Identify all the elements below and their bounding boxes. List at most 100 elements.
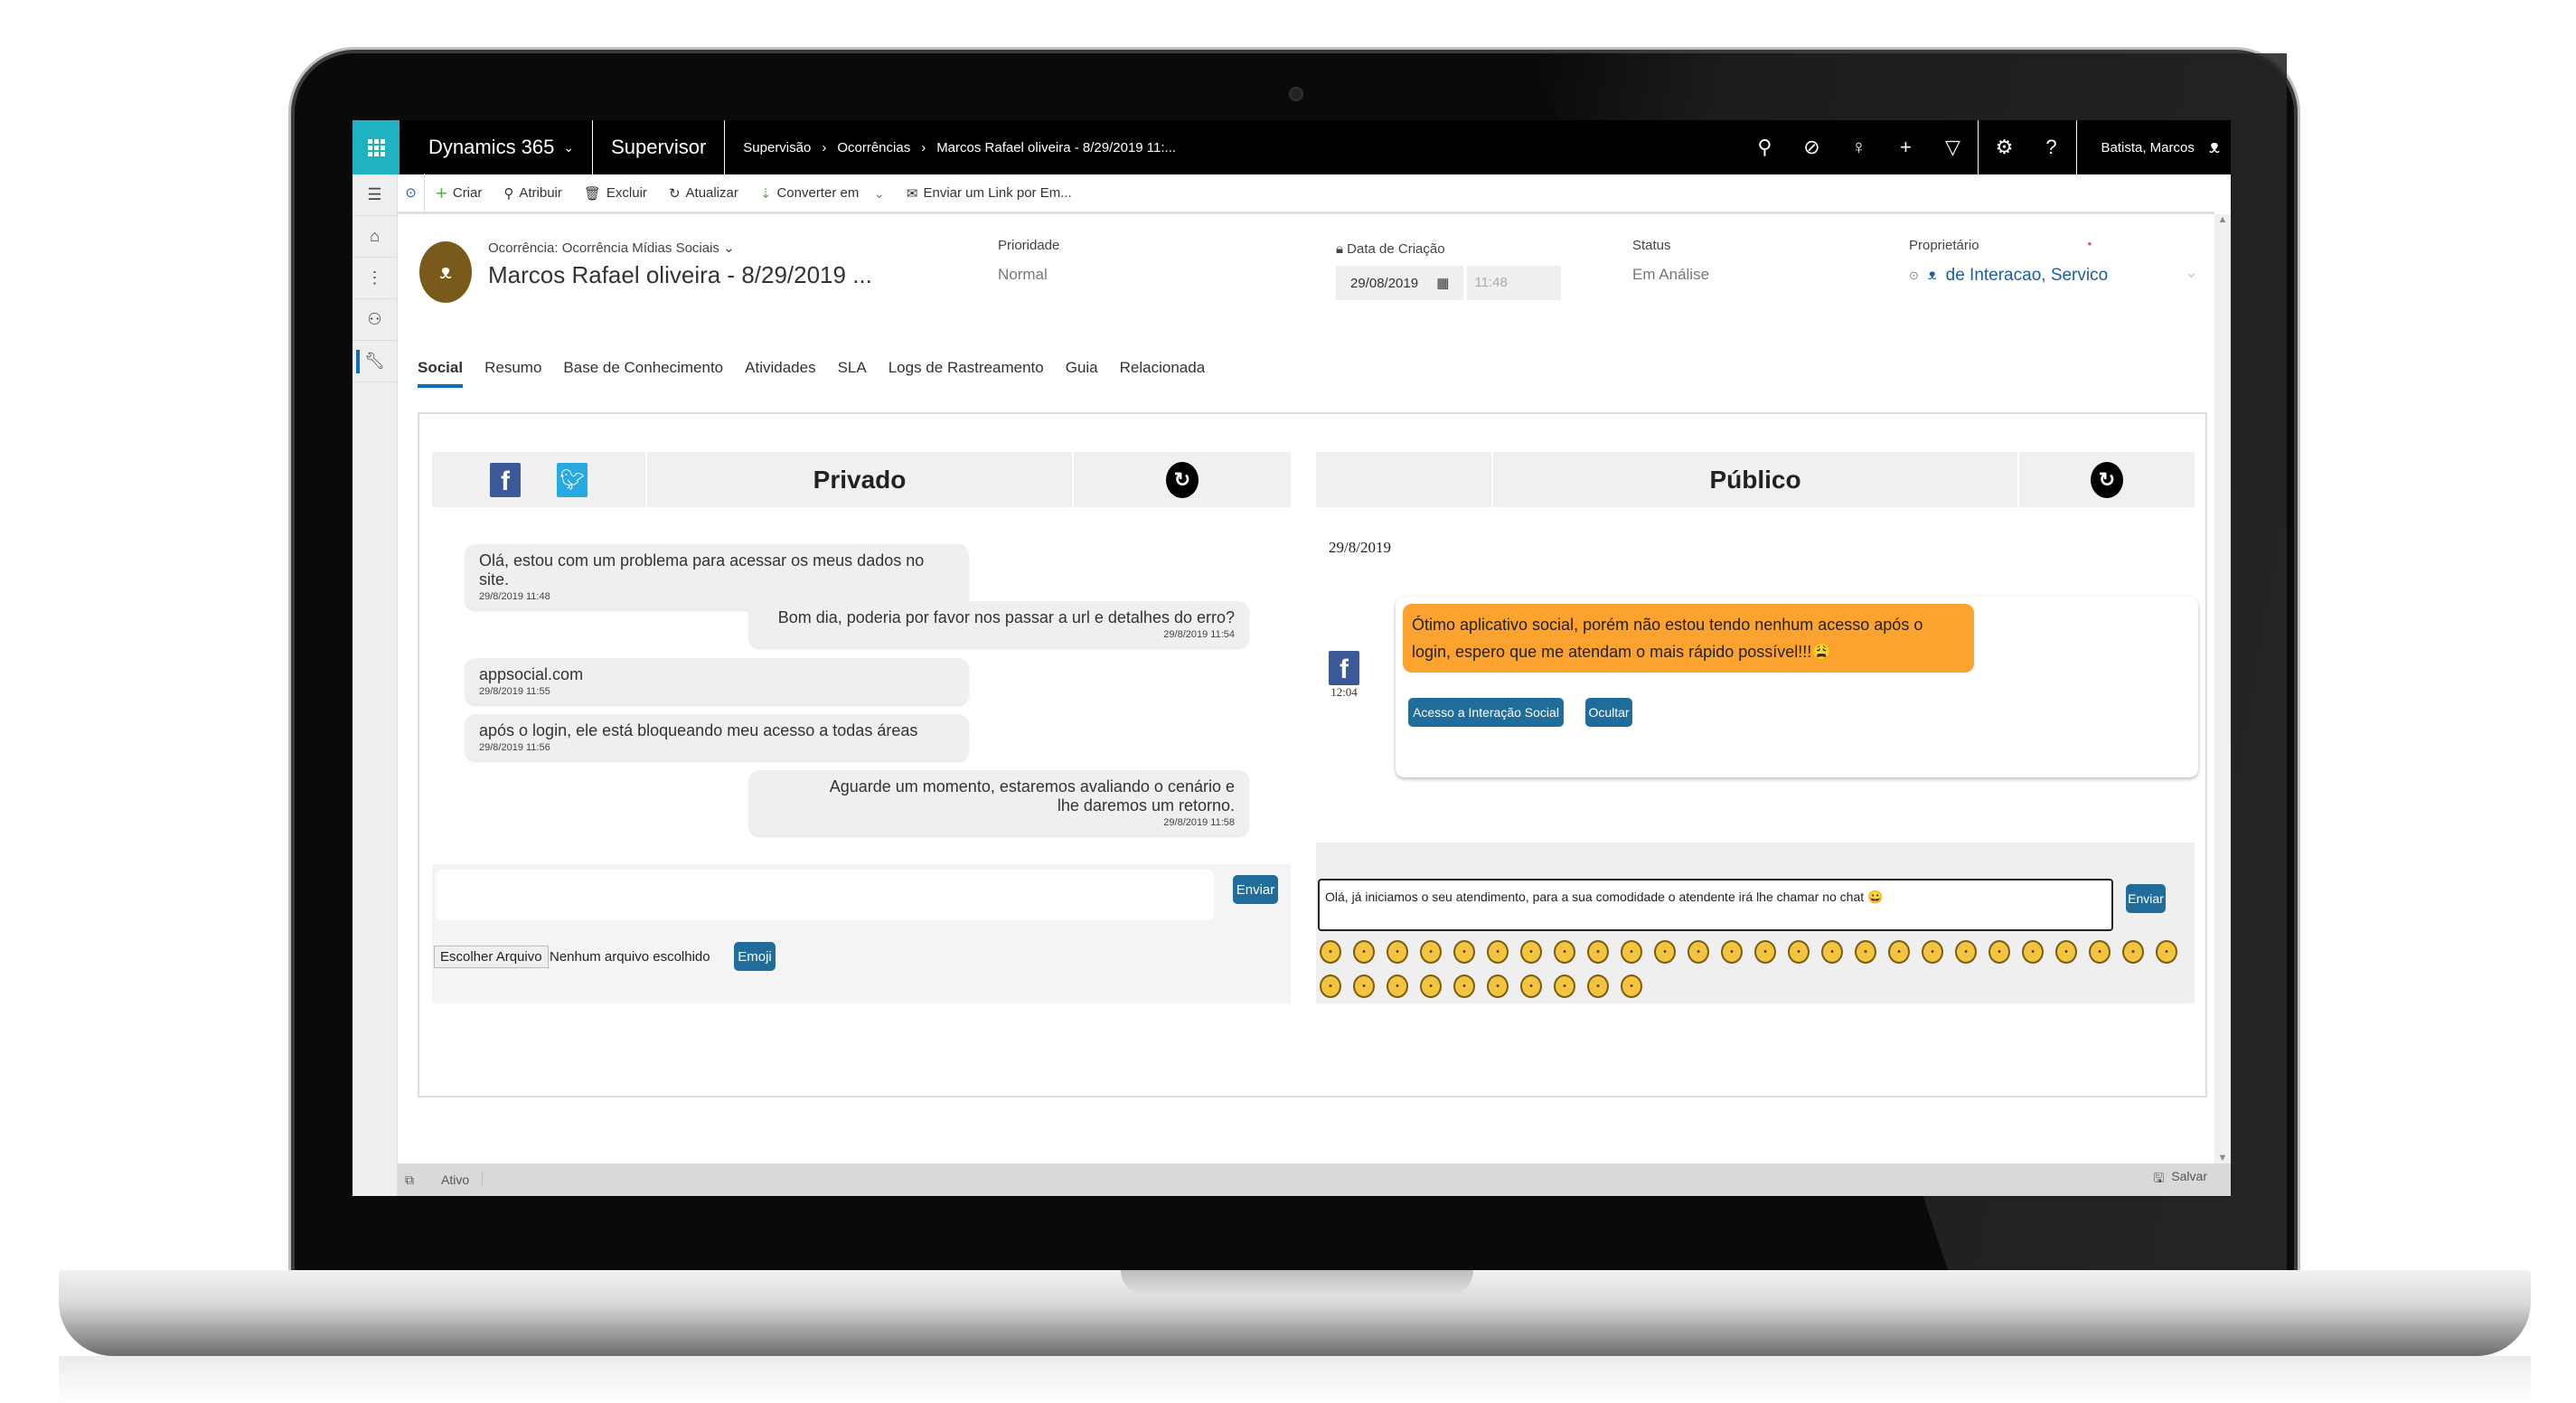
record-type-selector[interactable]: Ocorrência: Ocorrência Mídias Sociais ⌄ <box>488 240 735 256</box>
emoji-option[interactable]: • <box>2055 940 2077 964</box>
sync-icon[interactable]: ↻ <box>2091 461 2123 498</box>
scroll-down-icon[interactable]: ▼ <box>2214 1153 2231 1163</box>
tab-resumo[interactable]: Resumo <box>484 359 541 388</box>
emoji-option[interactable]: • <box>1587 940 1609 964</box>
plus-icon[interactable]: + <box>1882 136 1929 159</box>
emoji-option[interactable]: • <box>1988 940 2010 964</box>
emoji-option[interactable]: • <box>1387 940 1408 964</box>
emoji-option[interactable]: • <box>2156 940 2177 964</box>
public-send-button[interactable]: Enviar <box>2126 884 2166 913</box>
emoji-option[interactable]: • <box>1320 975 1341 998</box>
email-link-button[interactable]: ✉ Enviar um Link por Em... <box>896 185 1083 202</box>
emoji-option[interactable]: • <box>1788 940 1810 964</box>
emoji-option[interactable]: • <box>1621 975 1642 998</box>
emoji-option[interactable]: • <box>1554 940 1575 964</box>
created-time-input[interactable]: 11:48 <box>1467 266 1562 300</box>
emoji-option[interactable]: • <box>1320 940 1341 964</box>
hide-button[interactable]: Ocultar <box>1585 698 1632 727</box>
tab-atividades[interactable]: Atividades <box>745 359 815 388</box>
emoji-option[interactable]: • <box>1754 940 1776 964</box>
emoji-option[interactable]: • <box>1520 940 1542 964</box>
lightbulb-icon[interactable]: ♀ <box>1835 136 1882 159</box>
emoji-option[interactable]: • <box>1654 940 1676 964</box>
emoji-option[interactable]: • <box>1821 940 1843 964</box>
chevron-down-icon: ⌄ <box>873 185 885 202</box>
history-icon[interactable]: ⊙ <box>398 173 425 213</box>
emoji-option[interactable]: • <box>1420 940 1442 964</box>
wrench-icon[interactable]: 🔧︎ <box>353 341 397 382</box>
tab-relacionada[interactable]: Relacionada <box>1120 359 1206 388</box>
emoji-option[interactable]: • <box>1487 975 1509 998</box>
create-button[interactable]: + Criar <box>425 182 493 205</box>
filter-icon[interactable]: ▽ <box>1929 136 1976 159</box>
owner-label-row: Proprietário * <box>1909 238 2108 253</box>
module-name[interactable]: Supervisor <box>593 120 726 174</box>
tab-social[interactable]: Social <box>418 359 464 388</box>
open-window-icon[interactable]: ⧉ <box>405 1172 414 1188</box>
emoji-option[interactable]: • <box>1621 940 1642 964</box>
emoji-option[interactable]: • <box>1453 940 1475 964</box>
social-access-button[interactable]: Acesso a Interação Social <box>1408 698 1564 727</box>
emoji-option[interactable]: • <box>2122 940 2144 964</box>
search-icon[interactable]: ⚲ <box>1741 136 1788 159</box>
message-time: 29/8/2019 11:58 <box>1163 817 1235 828</box>
emoji-option[interactable]: • <box>1487 940 1509 964</box>
emoji-option[interactable]: • <box>1721 940 1743 964</box>
emoji-option[interactable]: • <box>1420 975 1442 998</box>
home-icon[interactable]: ⌂ <box>353 216 397 258</box>
convert-button[interactable]: ⇣ Converter em ⌄ <box>749 185 896 202</box>
help-icon[interactable]: ? <box>2027 136 2074 159</box>
created-date-input[interactable]: 29/08/2019 ▦ <box>1336 266 1464 300</box>
scroll-up-icon[interactable]: ▲ <box>2214 214 2231 225</box>
owner-link[interactable]: de Interacao, Servico <box>1946 266 2109 286</box>
emoji-option[interactable]: • <box>1353 975 1375 998</box>
expand-header-chevron-icon[interactable]: ⌄ <box>2185 263 2198 282</box>
emoji-option[interactable]: • <box>1855 940 1876 964</box>
emoji-option[interactable]: • <box>1353 940 1375 964</box>
emoji-option[interactable]: • <box>1888 940 1910 964</box>
breadcrumb-item[interactable]: Supervisão <box>743 140 811 155</box>
emoji-option[interactable]: • <box>1587 975 1609 998</box>
emoji-option[interactable]: • <box>1688 940 1709 964</box>
person-icon[interactable]: ⚇ <box>353 299 397 341</box>
delete-button[interactable]: 🗑︎ Excluir <box>573 185 658 202</box>
social-panel: f 🐦︎ Privado ↻ Olá, estou com um problem… <box>418 412 2207 1097</box>
owner-lookup: ⊙ ᴥ de Interacao, Servico <box>1909 266 2108 286</box>
private-title-cell: Privado <box>647 451 1074 508</box>
twitter-icon[interactable]: 🐦︎ <box>557 462 588 497</box>
page-scrollbar[interactable]: ▲ ▼ <box>2214 214 2231 1163</box>
refresh-button[interactable]: ↻ Atualizar <box>658 185 749 202</box>
task-icon[interactable]: ⊘ <box>1788 136 1835 159</box>
laptop-notch <box>1121 1270 1473 1295</box>
emoji-option[interactable]: • <box>2089 940 2111 964</box>
private-send-button[interactable]: Enviar <box>1233 875 1278 904</box>
emoji-option[interactable]: • <box>1520 975 1542 998</box>
tab-sla[interactable]: SLA <box>838 359 867 388</box>
hamburger-menu-icon[interactable]: ☰ <box>353 174 397 216</box>
emoji-option[interactable]: • <box>1554 975 1575 998</box>
emoji-option[interactable]: • <box>1922 940 1943 964</box>
tab-guia[interactable]: Guia <box>1066 359 1098 388</box>
tab-base-conhecimento[interactable]: Base de Conhecimento <box>563 359 723 388</box>
assign-button[interactable]: ⚲ Atribuir <box>493 185 573 202</box>
emoji-button[interactable]: Emoji <box>734 942 776 971</box>
user-menu[interactable]: Batista, Marcos ᴥ <box>2079 137 2231 158</box>
private-message-input[interactable] <box>437 870 1214 920</box>
app-launcher-button[interactable] <box>353 120 400 174</box>
save-button[interactable]: 🖫 Salvar <box>2153 1169 2207 1191</box>
delete-label: Excluir <box>606 185 647 201</box>
emoji-option[interactable]: • <box>2022 940 2044 964</box>
emoji-option[interactable]: • <box>1387 975 1408 998</box>
tab-logs[interactable]: Logs de Rastreamento <box>888 359 1044 388</box>
priority-value[interactable]: Normal <box>998 266 1059 284</box>
app-switcher[interactable]: Dynamics 365 ⌄ <box>400 120 594 174</box>
emoji-option[interactable]: • <box>1955 940 1977 964</box>
public-reply-input[interactable]: Olá, já iniciamos o seu atendimento, par… <box>1318 879 2113 931</box>
pinned-icon[interactable]: ⋮ <box>353 258 397 299</box>
gear-icon[interactable]: ⚙ <box>1980 136 2027 159</box>
sync-icon[interactable]: ↻ <box>1166 461 1199 498</box>
emoji-option[interactable]: • <box>1453 975 1475 998</box>
breadcrumb-item[interactable]: Ocorrências <box>837 140 910 155</box>
choose-file-button[interactable]: Escolher Arquivo <box>434 946 549 968</box>
facebook-icon[interactable]: f <box>490 462 521 497</box>
